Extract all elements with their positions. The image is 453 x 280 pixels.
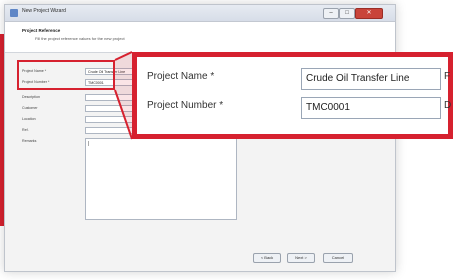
callout-project-number-field: TMC0001 (301, 97, 441, 119)
customer-field[interactable] (85, 105, 135, 112)
callout-project-number-label: Project Number * (147, 100, 224, 111)
zoom-callout: Project Name * Crude Oil Transfer Line F… (132, 52, 453, 139)
text-caret-icon: | (88, 141, 90, 147)
next-button[interactable]: Next > (287, 253, 315, 263)
window-title: New Project Wizard (22, 8, 66, 14)
maximize-button[interactable]: □ (339, 8, 355, 19)
location-label: Location (22, 117, 36, 121)
back-button[interactable]: < Back (253, 253, 281, 263)
description-label: Description (22, 95, 40, 99)
page-title: Project Reference (22, 28, 61, 33)
title-bar: New Project Wizard – □ ✕ (5, 5, 395, 22)
wizard-app-icon (10, 9, 18, 17)
close-button[interactable]: ✕ (355, 8, 383, 19)
description-field[interactable] (85, 94, 135, 101)
highlight-rectangle (17, 60, 115, 90)
location-field[interactable] (85, 116, 135, 123)
wizard-header: Project Reference Fill the project refer… (5, 22, 395, 53)
callout-cut-letter-2: D (444, 100, 452, 111)
remarks-label: Remarks (22, 139, 37, 143)
customer-label: Customer (22, 106, 38, 110)
callout-project-name-field: Crude Oil Transfer Line (301, 68, 441, 90)
remarks-textarea[interactable]: | (85, 138, 237, 220)
callout-cut-letter-1: F (444, 71, 451, 82)
page-subtitle: Fill the project reference values for th… (35, 36, 125, 41)
callout-project-name-label: Project Name * (147, 71, 215, 82)
ref-label: Ref. (22, 128, 29, 132)
minimize-button[interactable]: – (323, 8, 339, 19)
cancel-button[interactable]: Cancel (323, 253, 353, 263)
ref-field[interactable] (85, 127, 135, 134)
